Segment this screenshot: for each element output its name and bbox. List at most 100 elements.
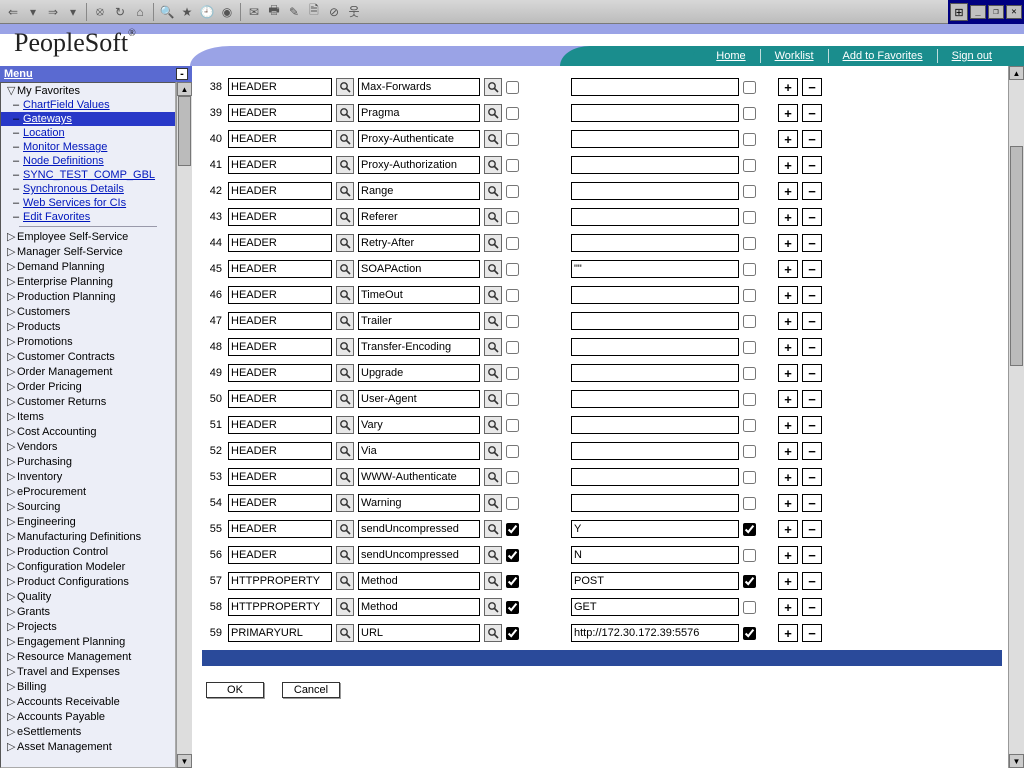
delete-row-button[interactable]: − bbox=[802, 416, 822, 434]
checkbox-1[interactable] bbox=[506, 211, 519, 224]
property-type-input[interactable] bbox=[228, 104, 332, 122]
delete-row-button[interactable]: − bbox=[802, 156, 822, 174]
checkbox-1[interactable] bbox=[506, 575, 519, 588]
property-value-input[interactable] bbox=[571, 390, 739, 408]
nav-add-favorites[interactable]: Add to Favorites bbox=[829, 50, 937, 62]
lookup-type-button[interactable] bbox=[336, 156, 354, 174]
menu-folder[interactable]: ▷Manufacturing Definitions bbox=[1, 529, 175, 544]
checkbox-1[interactable] bbox=[506, 315, 519, 328]
page-icon[interactable]: 🗎 bbox=[305, 3, 323, 21]
menu-folder-my-favorites[interactable]: ▽My Favorites bbox=[1, 83, 175, 98]
checkbox-1[interactable] bbox=[506, 159, 519, 172]
add-row-button[interactable]: + bbox=[778, 286, 798, 304]
property-name-input[interactable] bbox=[358, 546, 480, 564]
property-type-input[interactable] bbox=[228, 442, 332, 460]
property-name-input[interactable] bbox=[358, 390, 480, 408]
property-type-input[interactable] bbox=[228, 286, 332, 304]
add-row-button[interactable]: + bbox=[778, 520, 798, 538]
close-window-button[interactable]: ✕ bbox=[1006, 5, 1022, 19]
property-name-input[interactable] bbox=[358, 598, 480, 616]
delete-row-button[interactable]: − bbox=[802, 312, 822, 330]
property-type-input[interactable] bbox=[228, 598, 332, 616]
menu-folder[interactable]: ▷Resource Management bbox=[1, 649, 175, 664]
scroll-up-icon[interactable]: ▲ bbox=[1009, 66, 1024, 80]
lookup-type-button[interactable] bbox=[336, 364, 354, 382]
lookup-name-button[interactable] bbox=[484, 442, 502, 460]
menu-folder[interactable]: ▷Order Management bbox=[1, 364, 175, 379]
add-row-button[interactable]: + bbox=[778, 104, 798, 122]
menu-folder[interactable]: ▷Accounts Payable bbox=[1, 709, 175, 724]
property-name-input[interactable] bbox=[358, 312, 480, 330]
lookup-type-button[interactable] bbox=[336, 624, 354, 642]
checkbox-2[interactable] bbox=[743, 133, 756, 146]
add-row-button[interactable]: + bbox=[778, 208, 798, 226]
lookup-name-button[interactable] bbox=[484, 130, 502, 148]
property-type-input[interactable] bbox=[228, 312, 332, 330]
checkbox-1[interactable] bbox=[506, 185, 519, 198]
checkbox-1[interactable] bbox=[506, 523, 519, 536]
property-name-input[interactable] bbox=[358, 286, 480, 304]
checkbox-1[interactable] bbox=[506, 393, 519, 406]
property-type-input[interactable] bbox=[228, 624, 332, 642]
property-name-input[interactable] bbox=[358, 234, 480, 252]
nav-signout[interactable]: Sign out bbox=[938, 50, 1006, 62]
lookup-type-button[interactable] bbox=[336, 130, 354, 148]
checkbox-1[interactable] bbox=[506, 263, 519, 276]
checkbox-2[interactable] bbox=[743, 471, 756, 484]
forward-icon[interactable]: ⇒ bbox=[44, 3, 62, 21]
delete-row-button[interactable]: − bbox=[802, 364, 822, 382]
add-row-button[interactable]: + bbox=[778, 598, 798, 616]
delete-row-button[interactable]: − bbox=[802, 390, 822, 408]
property-value-input[interactable] bbox=[571, 338, 739, 356]
property-type-input[interactable] bbox=[228, 494, 332, 512]
menu-folder[interactable]: ▷Customer Returns bbox=[1, 394, 175, 409]
lookup-type-button[interactable] bbox=[336, 442, 354, 460]
lookup-name-button[interactable] bbox=[484, 286, 502, 304]
forward-dropdown-icon[interactable]: ▾ bbox=[64, 3, 82, 21]
menu-folder[interactable]: ▷Travel and Expenses bbox=[1, 664, 175, 679]
search-icon[interactable]: 🔍 bbox=[158, 3, 176, 21]
menu-folder[interactable]: ▷Accounts Receivable bbox=[1, 694, 175, 709]
property-value-input[interactable] bbox=[571, 286, 739, 304]
menu-item[interactable]: –Gateways bbox=[1, 112, 175, 126]
checkbox-1[interactable] bbox=[506, 133, 519, 146]
lookup-name-button[interactable] bbox=[484, 468, 502, 486]
menu-folder[interactable]: ▷Production Control bbox=[1, 544, 175, 559]
property-value-input[interactable] bbox=[571, 182, 739, 200]
delete-row-button[interactable]: − bbox=[802, 624, 822, 642]
channels-icon[interactable]: ◉ bbox=[218, 3, 236, 21]
mail-icon[interactable]: ✉ bbox=[245, 3, 263, 21]
menu-scrollbar[interactable]: ▲ ▼ bbox=[176, 82, 192, 768]
add-row-button[interactable]: + bbox=[778, 156, 798, 174]
property-type-input[interactable] bbox=[228, 78, 332, 96]
delete-row-button[interactable]: − bbox=[802, 286, 822, 304]
cancel-button[interactable]: Cancel bbox=[282, 682, 340, 698]
property-name-input[interactable] bbox=[358, 572, 480, 590]
property-type-input[interactable] bbox=[228, 364, 332, 382]
lookup-type-button[interactable] bbox=[336, 208, 354, 226]
checkbox-2[interactable] bbox=[743, 393, 756, 406]
menu-folder[interactable]: ▷Order Pricing bbox=[1, 379, 175, 394]
property-value-input[interactable] bbox=[571, 494, 739, 512]
delete-row-button[interactable]: − bbox=[802, 234, 822, 252]
history-icon[interactable]: 🕘 bbox=[198, 3, 216, 21]
delete-row-button[interactable]: − bbox=[802, 182, 822, 200]
lookup-type-button[interactable] bbox=[336, 494, 354, 512]
delete-row-button[interactable]: − bbox=[802, 520, 822, 538]
property-type-input[interactable] bbox=[228, 208, 332, 226]
lookup-name-button[interactable] bbox=[484, 364, 502, 382]
add-row-button[interactable]: + bbox=[778, 624, 798, 642]
property-type-input[interactable] bbox=[228, 156, 332, 174]
property-name-input[interactable] bbox=[358, 156, 480, 174]
property-value-input[interactable] bbox=[571, 156, 739, 174]
lookup-name-button[interactable] bbox=[484, 208, 502, 226]
property-name-input[interactable] bbox=[358, 182, 480, 200]
menu-folder[interactable]: ▷Customer Contracts bbox=[1, 349, 175, 364]
property-value-input[interactable] bbox=[571, 130, 739, 148]
lookup-name-button[interactable] bbox=[484, 312, 502, 330]
menu-folder[interactable]: ▷Cost Accounting bbox=[1, 424, 175, 439]
property-value-input[interactable] bbox=[571, 208, 739, 226]
property-value-input[interactable] bbox=[571, 624, 739, 642]
menu-folder[interactable]: ▷Customers bbox=[1, 304, 175, 319]
checkbox-2[interactable] bbox=[743, 289, 756, 302]
